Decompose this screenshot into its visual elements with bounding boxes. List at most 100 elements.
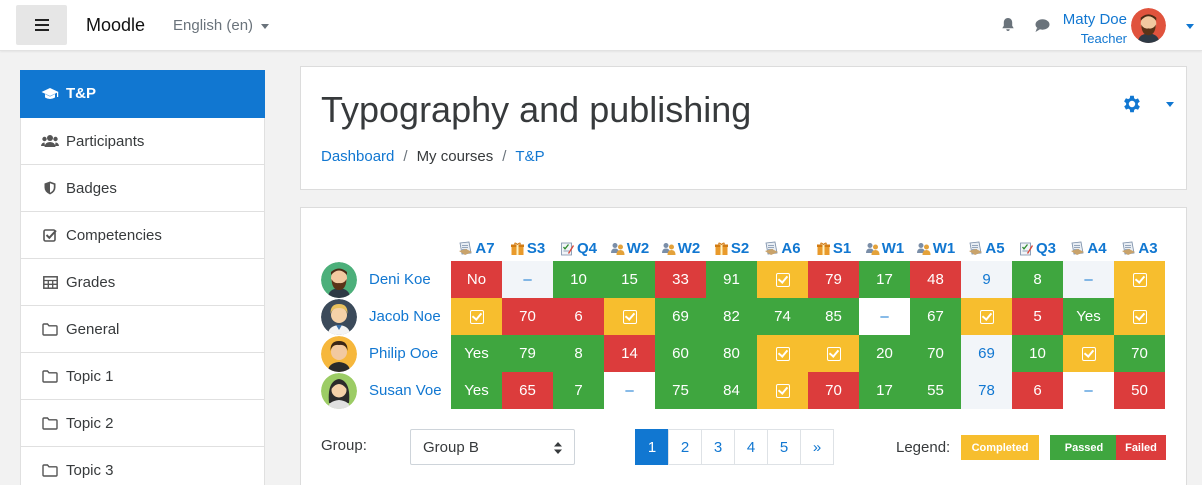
activity-header-12[interactable]: A4 bbox=[1063, 236, 1114, 261]
completion-cell-passed[interactable]: 10 bbox=[1012, 335, 1063, 372]
student-name-link[interactable]: Jacob Noe bbox=[369, 308, 441, 325]
activity-header-9[interactable]: W1 bbox=[910, 236, 961, 261]
next-page-button[interactable]: » bbox=[800, 429, 834, 465]
sidebar-item-topic-1[interactable]: Topic 1 bbox=[20, 353, 265, 400]
breadcrumb-dashboard[interactable]: Dashboard bbox=[321, 148, 394, 165]
page-button-1[interactable]: 1 bbox=[635, 429, 669, 465]
completion-cell-completed[interactable] bbox=[604, 298, 655, 335]
student-avatar[interactable] bbox=[321, 372, 357, 409]
activity-header-8[interactable]: W1 bbox=[859, 236, 910, 261]
completion-cell-num[interactable]: – bbox=[502, 261, 553, 298]
completion-cell-passed[interactable]: 8 bbox=[1012, 261, 1063, 298]
completion-cell-completed[interactable] bbox=[451, 298, 502, 335]
completion-cell-completed[interactable] bbox=[757, 372, 808, 409]
sidebar-item-participants[interactable]: Participants bbox=[20, 118, 265, 165]
activity-header-10[interactable]: A5 bbox=[961, 236, 1012, 261]
sidebar-item-general[interactable]: General bbox=[20, 306, 265, 353]
completion-cell-passed[interactable]: 15 bbox=[604, 261, 655, 298]
completion-cell-num[interactable]: 9 bbox=[961, 261, 1012, 298]
completion-cell-failed[interactable]: No bbox=[451, 261, 502, 298]
page-button-2[interactable]: 2 bbox=[668, 429, 702, 465]
student-avatar[interactable] bbox=[321, 298, 357, 335]
student-name-link[interactable]: Philip Ooe bbox=[369, 345, 438, 362]
completion-cell-dash[interactable]: – bbox=[604, 372, 655, 409]
completion-cell-passed[interactable]: 17 bbox=[859, 372, 910, 409]
completion-cell-passed[interactable]: 85 bbox=[808, 298, 859, 335]
completion-cell-dash[interactable]: – bbox=[1063, 372, 1114, 409]
sidebar-item-grades[interactable]: Grades bbox=[20, 259, 265, 306]
bell-icon[interactable] bbox=[1000, 17, 1016, 33]
completion-cell-passed[interactable]: 10 bbox=[553, 261, 604, 298]
activity-header-4[interactable]: W2 bbox=[655, 236, 706, 261]
completion-cell-passed[interactable]: 55 bbox=[910, 372, 961, 409]
activity-header-2[interactable]: Q4 bbox=[553, 236, 604, 261]
completion-cell-failed[interactable]: 65 bbox=[502, 372, 553, 409]
gear-icon[interactable] bbox=[1121, 93, 1143, 115]
completion-cell-failed[interactable]: 70 bbox=[808, 372, 859, 409]
activity-header-13[interactable]: A3 bbox=[1114, 236, 1165, 261]
completion-cell-completed[interactable] bbox=[757, 261, 808, 298]
completion-cell-passed[interactable]: 70 bbox=[1114, 335, 1165, 372]
completion-cell-failed[interactable]: 6 bbox=[1012, 372, 1063, 409]
completion-cell-dash[interactable]: – bbox=[859, 298, 910, 335]
completion-cell-completed[interactable] bbox=[808, 335, 859, 372]
page-button-4[interactable]: 4 bbox=[734, 429, 768, 465]
language-menu[interactable]: English ‎(en)‎ bbox=[173, 17, 270, 34]
activity-header-5[interactable]: S2 bbox=[706, 236, 757, 261]
completion-cell-passed[interactable]: 7 bbox=[553, 372, 604, 409]
completion-cell-completed[interactable] bbox=[757, 335, 808, 372]
completion-cell-failed[interactable]: 14 bbox=[604, 335, 655, 372]
site-brand[interactable]: Moodle bbox=[86, 15, 145, 36]
completion-cell-passed[interactable]: 69 bbox=[655, 298, 706, 335]
activity-header-6[interactable]: A6 bbox=[757, 236, 808, 261]
completion-cell-num[interactable]: 69 bbox=[961, 335, 1012, 372]
completion-cell-num[interactable]: – bbox=[1063, 261, 1114, 298]
activity-header-7[interactable]: S1 bbox=[808, 236, 859, 261]
completion-cell-failed[interactable]: 70 bbox=[502, 298, 553, 335]
completion-cell-passed[interactable]: 82 bbox=[706, 298, 757, 335]
completion-cell-completed[interactable] bbox=[961, 298, 1012, 335]
activity-header-11[interactable]: Q3 bbox=[1012, 236, 1063, 261]
completion-cell-passed[interactable]: Yes bbox=[451, 372, 502, 409]
completion-cell-passed[interactable]: 79 bbox=[502, 335, 553, 372]
student-name-link[interactable]: Susan Voe bbox=[369, 382, 442, 399]
completion-cell-completed[interactable] bbox=[1063, 335, 1114, 372]
page-button-5[interactable]: 5 bbox=[767, 429, 801, 465]
completion-cell-passed[interactable]: 17 bbox=[859, 261, 910, 298]
completion-cell-passed[interactable]: 84 bbox=[706, 372, 757, 409]
user-name[interactable]: Maty Doe bbox=[1063, 11, 1127, 28]
page-button-3[interactable]: 3 bbox=[701, 429, 735, 465]
completion-cell-passed[interactable]: 91 bbox=[706, 261, 757, 298]
completion-cell-passed[interactable]: 80 bbox=[706, 335, 757, 372]
completion-cell-passed[interactable]: Yes bbox=[1063, 298, 1114, 335]
chat-icon[interactable] bbox=[1034, 18, 1050, 33]
sidebar-item-topic-3[interactable]: Topic 3 bbox=[20, 447, 265, 485]
completion-cell-passed[interactable]: 20 bbox=[859, 335, 910, 372]
completion-cell-passed[interactable]: Yes bbox=[451, 335, 502, 372]
completion-cell-failed[interactable]: 6 bbox=[553, 298, 604, 335]
completion-cell-passed[interactable]: 75 bbox=[655, 372, 706, 409]
menu-toggle-button[interactable] bbox=[16, 5, 67, 45]
activity-header-1[interactable]: S3 bbox=[502, 236, 553, 261]
breadcrumb-course[interactable]: T&P bbox=[515, 148, 544, 165]
sidebar-item-badges[interactable]: Badges bbox=[20, 165, 265, 212]
user-avatar[interactable] bbox=[1131, 8, 1166, 43]
completion-cell-passed[interactable]: 74 bbox=[757, 298, 808, 335]
user-menu-chevron-icon[interactable] bbox=[1186, 24, 1194, 29]
completion-cell-failed[interactable]: 5 bbox=[1012, 298, 1063, 335]
completion-cell-num[interactable]: 78 bbox=[961, 372, 1012, 409]
completion-cell-passed[interactable]: 8 bbox=[553, 335, 604, 372]
completion-cell-failed[interactable]: 50 bbox=[1114, 372, 1165, 409]
completion-cell-completed[interactable] bbox=[1114, 298, 1165, 335]
student-avatar[interactable] bbox=[321, 335, 357, 372]
group-select[interactable]: Group B bbox=[410, 429, 575, 465]
sidebar-item-competencies[interactable]: Competencies bbox=[20, 212, 265, 259]
activity-header-3[interactable]: W2 bbox=[604, 236, 655, 261]
settings-chevron-icon[interactable] bbox=[1166, 102, 1174, 107]
completion-cell-failed[interactable]: 79 bbox=[808, 261, 859, 298]
completion-cell-failed[interactable]: 48 bbox=[910, 261, 961, 298]
completion-cell-passed[interactable]: 70 bbox=[910, 335, 961, 372]
completion-cell-passed[interactable]: 67 bbox=[910, 298, 961, 335]
sidebar-item-course-home[interactable]: T&P bbox=[20, 70, 265, 118]
student-name-link[interactable]: Deni Koe bbox=[369, 271, 431, 288]
